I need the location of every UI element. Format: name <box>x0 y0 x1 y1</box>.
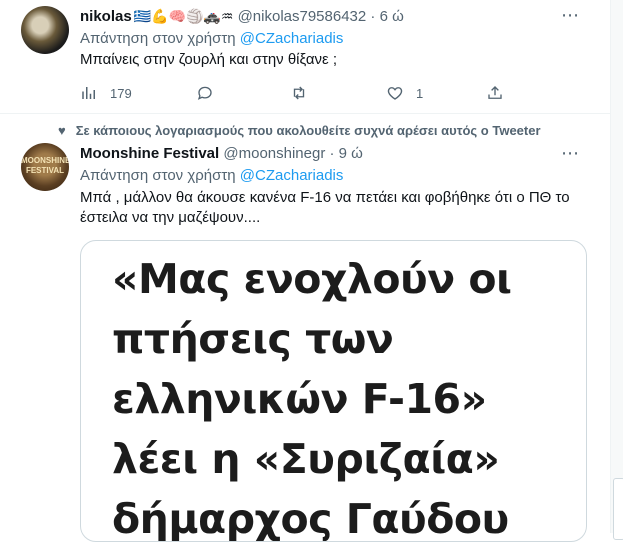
views-icon <box>82 87 95 99</box>
timestamp[interactable]: 6 ώ <box>380 8 404 25</box>
like-button[interactable]: 1 <box>386 82 423 104</box>
share-icon <box>488 86 502 99</box>
tweet-text: Μπαίνεις στην ζουρλή και στην θίξανε ; <box>80 51 338 68</box>
avatar-text-line: MOONSHINE <box>21 156 69 165</box>
tweet-header: nikolas 🇬🇷💪🧠🏐🚓♒ @nikolas79586432 · 6 ώ <box>80 6 404 27</box>
reply-prefix: Απάντηση στον χρήστη <box>80 30 236 47</box>
avatar-text-line: FESTIVAL <box>25 166 65 175</box>
retweet-icon <box>293 86 305 100</box>
media-headline-text: «Μας ενοχλούν οι πτήσεις των ελληνικών F… <box>112 255 512 542</box>
heart-icon <box>387 87 403 100</box>
scrollbar[interactable] <box>610 0 623 540</box>
tweet-text: Μπά , μάλλον θα άκουσε κανένα F-16 να πε… <box>80 189 570 226</box>
reply-context: Απάντηση στον χρήστη @CZachariadis <box>80 166 343 186</box>
scroll-thumb[interactable] <box>613 478 623 540</box>
retweet-button[interactable] <box>290 82 308 104</box>
tweet-actions: 179 1 <box>80 82 520 104</box>
separator-dot: · <box>329 145 335 162</box>
views-button[interactable]: 179 <box>80 82 132 104</box>
separator-dot: · <box>370 8 376 25</box>
more-options-icon[interactable]: ⋯ <box>561 143 580 164</box>
likes-count: 1 <box>416 85 424 101</box>
tweet-header: Moonshine Festival @moonshinegr · 9 ώ <box>80 144 363 164</box>
reply-context: Απάντηση στον χρήστη @CZachariadis <box>80 29 343 49</box>
tweet-media-image[interactable]: «Μας ενοχλούν οι πτήσεις των ελληνικών F… <box>80 240 587 542</box>
display-name[interactable]: Moonshine Festival <box>80 145 219 162</box>
reply-mention-link[interactable]: @CZachariadis <box>240 167 344 184</box>
tweet[interactable]: nikolas 🇬🇷💪🧠🏐🚓♒ @nikolas79586432 · 6 ώ ⋯ … <box>0 0 610 114</box>
avatar[interactable]: MOONSHINE FESTIVAL <box>21 143 69 191</box>
avatar[interactable] <box>21 6 69 54</box>
views-count: 179 <box>110 85 132 101</box>
reply-icon <box>197 86 212 100</box>
reply-mention-link[interactable]: @CZachariadis <box>240 30 344 47</box>
display-name[interactable]: nikolas <box>80 8 132 25</box>
name-emojis: 🇬🇷💪🧠🏐🚓♒ <box>133 8 234 24</box>
timeline: nikolas 🇬🇷💪🧠🏐🚓♒ @nikolas79586432 · 6 ώ ⋯ … <box>0 0 610 542</box>
user-handle[interactable]: @moonshinegr <box>223 145 325 162</box>
reply-button[interactable] <box>196 82 214 104</box>
share-button[interactable] <box>486 82 504 104</box>
more-options-icon[interactable]: ⋯ <box>561 5 580 26</box>
timestamp[interactable]: 9 ώ <box>339 145 363 162</box>
user-handle[interactable]: @nikolas79586432 <box>238 8 367 25</box>
reply-prefix: Απάντηση στον χρήστη <box>80 167 236 184</box>
